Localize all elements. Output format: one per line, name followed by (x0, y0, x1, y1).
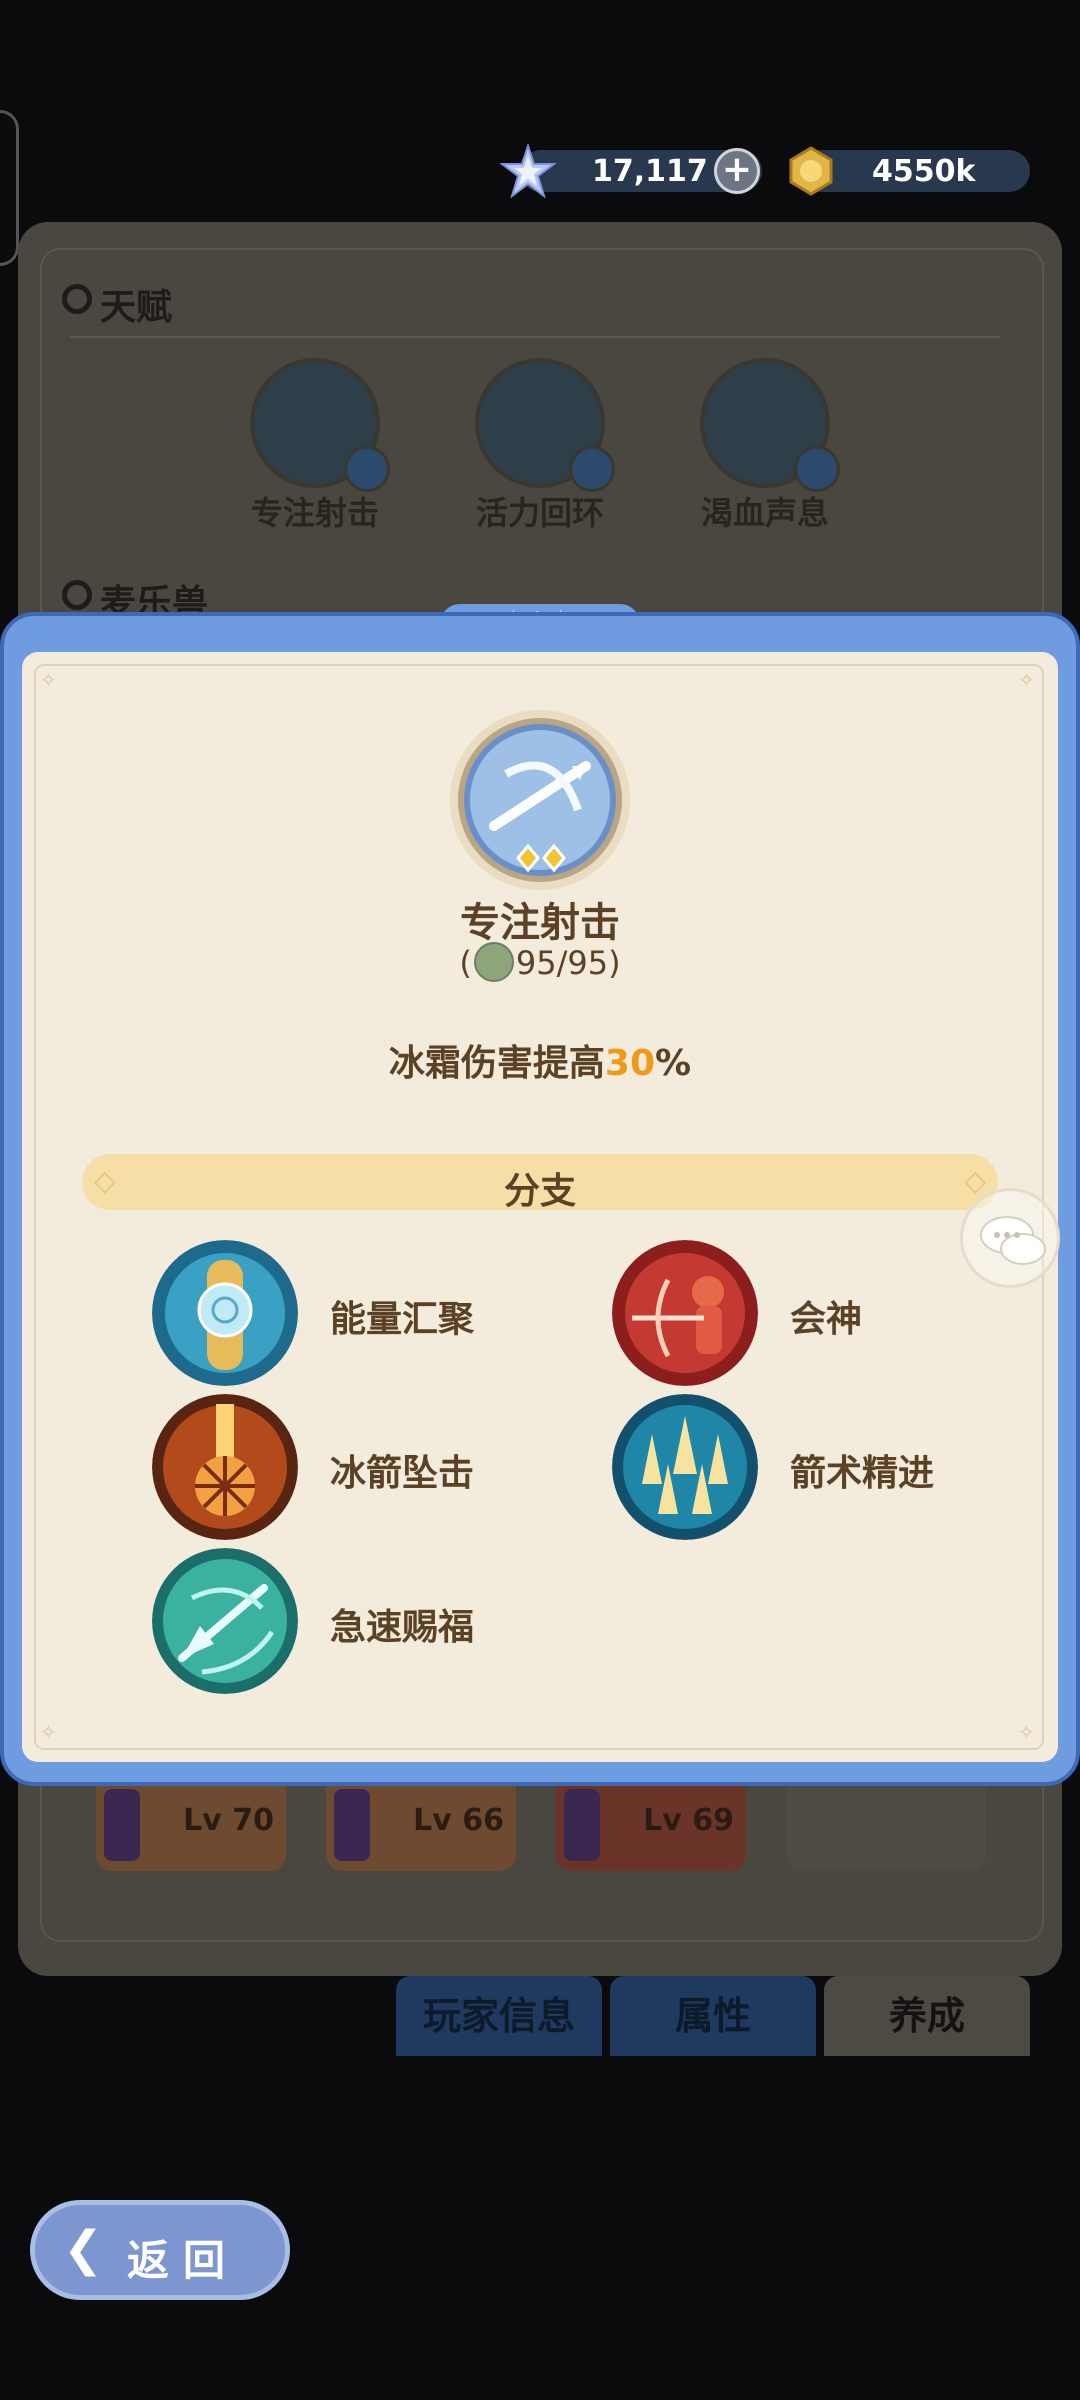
gold-coin-icon (789, 146, 833, 196)
pet-rank-badge (104, 1789, 140, 1861)
talent-label-1: 专注射击 (250, 494, 379, 532)
magnify-icon (344, 446, 390, 492)
branch-label-5: 急速赐福 (330, 1607, 475, 1648)
ice-arrow-strike-icon[interactable] (152, 1394, 298, 1540)
skill-name: 专注射击 (460, 900, 620, 946)
energy-gather-icon[interactable] (152, 1240, 298, 1386)
pet-level: Lv 66 (413, 1803, 504, 1838)
add-gems-button[interactable]: + (714, 148, 760, 194)
pet-rank-badge (564, 1789, 600, 1861)
pet-level: Lv 69 (643, 1803, 734, 1838)
pet-section-icon (62, 580, 92, 610)
desc-prefix: 冰霜伤害提高 (388, 1043, 605, 1084)
star-gem-icon (500, 144, 556, 199)
pet-card-1[interactable]: Lv 70 (96, 1785, 286, 1871)
chat-button[interactable] (960, 1188, 1060, 1288)
tab-development[interactable]: 养成 (824, 1976, 1030, 2056)
desc-suffix: % (655, 1043, 692, 1084)
pet-rank-badge (334, 1789, 370, 1861)
pet-card-empty[interactable] (786, 1785, 986, 1871)
gem-amount: 17,117 (592, 154, 708, 189)
branch-label-1: 能量汇聚 (330, 1299, 475, 1340)
swift-blessing-icon[interactable] (152, 1548, 298, 1694)
tab-attributes[interactable]: 属性 (610, 1976, 816, 2056)
corner-ornament-icon: ✧ (40, 668, 57, 692)
talent-section-icon (62, 284, 92, 314)
talent-label-2: 活力回环 (475, 494, 604, 532)
talent-slot-3[interactable] (700, 358, 840, 492)
paren-close: ) (608, 944, 621, 982)
pet-card-2[interactable]: Lv 66 (326, 1785, 516, 1871)
talent-label-3: 渴血声息 (700, 494, 829, 532)
divider (70, 336, 1000, 338)
branch-label-2: 会神 (790, 1299, 863, 1340)
talent-slot-2[interactable] (475, 358, 615, 492)
side-handle-icon[interactable] (0, 110, 19, 266)
corner-ornament-icon: ✧ (1018, 668, 1035, 692)
focus-shot-icon (450, 710, 630, 890)
paren-open: ( (459, 944, 472, 982)
progress-value: 95/95 (515, 944, 609, 982)
branch-header: ◇ 分支 ◇ (82, 1154, 998, 1212)
material-orb-icon (473, 942, 514, 982)
skill-description: 冰霜伤害提高30% (0, 1034, 1080, 1086)
chat-bubble-icon (980, 1216, 1046, 1265)
archery-mastery-icon[interactable] (612, 1394, 758, 1540)
gold-amount: 4550k (872, 154, 976, 189)
branch-label-3: 冰箭坠击 (330, 1453, 475, 1494)
back-button[interactable]: ❮ 返回 (30, 2200, 290, 2300)
desc-value: 30 (604, 1043, 656, 1084)
pet-card-3[interactable]: Lv 69 (556, 1785, 746, 1871)
branch-title: 分支 (503, 1171, 576, 1212)
focus-archer-icon[interactable] (612, 1240, 758, 1386)
tab-player-info[interactable]: 玩家信息 (396, 1976, 602, 2056)
back-arrow-icon: ❮ (63, 2221, 104, 2277)
corner-ornament-icon: ✧ (40, 1720, 57, 1744)
corner-ornament-icon: ✧ (1018, 1720, 1035, 1744)
talent-section-title: 天赋 (100, 287, 173, 328)
back-label: 返回 (127, 2236, 240, 2285)
talent-slot-1[interactable] (250, 358, 390, 492)
skill-progress: (95/95) (0, 942, 1080, 988)
magnify-icon (794, 446, 840, 492)
branch-label-4: 箭术精进 (790, 1453, 935, 1494)
pet-level: Lv 70 (183, 1803, 274, 1838)
magnify-icon (569, 446, 615, 492)
